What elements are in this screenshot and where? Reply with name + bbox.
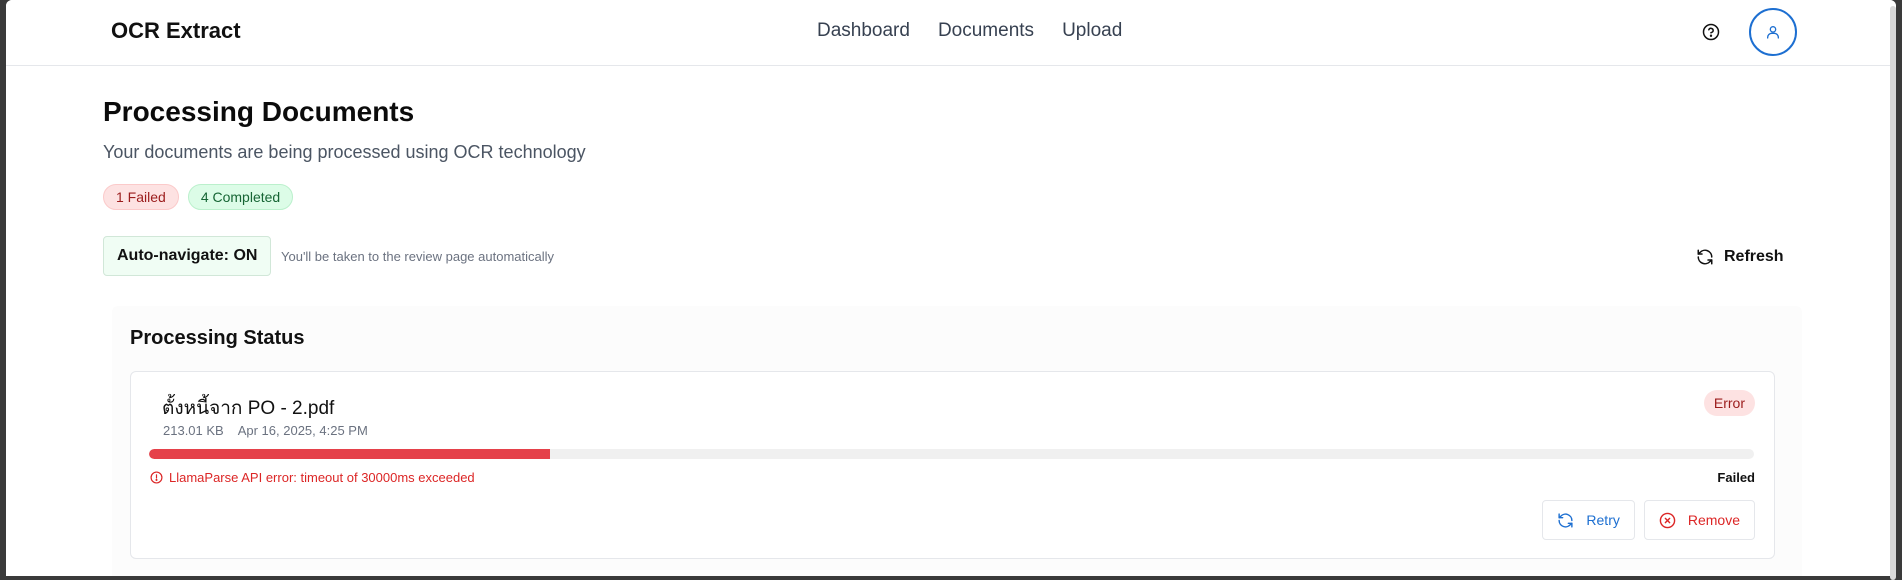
user-icon [1765,24,1781,40]
auto-navigate-toggle[interactable]: Auto-navigate: ON [103,236,272,276]
document-size: 213.01 KB [163,423,224,438]
alert-circle-icon [150,471,163,484]
help-button[interactable] [1699,20,1723,44]
status-summary: 1 Failed 4 Completed [103,184,294,210]
processing-status-title: Processing Status [130,327,305,349]
document-actions: Retry Remove [1542,500,1755,540]
refresh-icon [1557,512,1574,529]
progress-bar [149,449,1754,459]
page-subtitle: Your documents are being processed using… [103,142,586,162]
document-name: ตั้งหนี้จาก PO - 2.pdf [162,398,335,419]
error-message-text: LlamaParse API error: timeout of 30000ms… [169,470,475,485]
document-meta: 213.01 KB Apr 16, 2025, 4:25 PM [163,423,368,438]
remove-label: Remove [1687,512,1740,528]
document-date: Apr 16, 2025, 4:25 PM [237,423,368,438]
app-window: OCR Extract Dashboard Documents Upload P… [6,0,1896,576]
remove-button[interactable]: Remove [1643,500,1755,540]
auto-navigate-hint: You'll be taken to the review page autom… [281,249,555,264]
page-title: Processing Documents [103,96,415,127]
failed-count-badge: 1 Failed [103,184,179,210]
completed-count-badge: 4 Completed [187,184,294,210]
progress-bar-fill [149,449,551,459]
top-navigation-bar: OCR Extract Dashboard Documents Upload [6,0,1896,66]
main-nav: Dashboard Documents Upload [817,20,1122,42]
brand-logo[interactable]: OCR Extract [111,18,241,44]
retry-button[interactable]: Retry [1542,500,1635,540]
close-circle-icon [1659,512,1676,529]
error-message: LlamaParse API error: timeout of 30000ms… [150,470,475,485]
refresh-button[interactable]: Refresh [1696,242,1784,272]
user-menu-button[interactable] [1749,8,1797,56]
nav-documents[interactable]: Documents [938,20,1034,42]
document-card: ตั้งหนี้จาก PO - 2.pdf 213.01 KB Apr 16,… [130,371,1775,559]
document-status-badge: Error [1703,390,1755,416]
nav-upload[interactable]: Upload [1062,20,1122,42]
result-label: Failed [1717,470,1755,485]
refresh-icon [1696,248,1714,266]
help-circle-icon [1702,23,1720,41]
retry-label: Retry [1586,512,1620,528]
refresh-label: Refresh [1724,248,1784,265]
scrollbar-thumb[interactable] [1890,6,1896,580]
nav-dashboard[interactable]: Dashboard [817,20,910,42]
